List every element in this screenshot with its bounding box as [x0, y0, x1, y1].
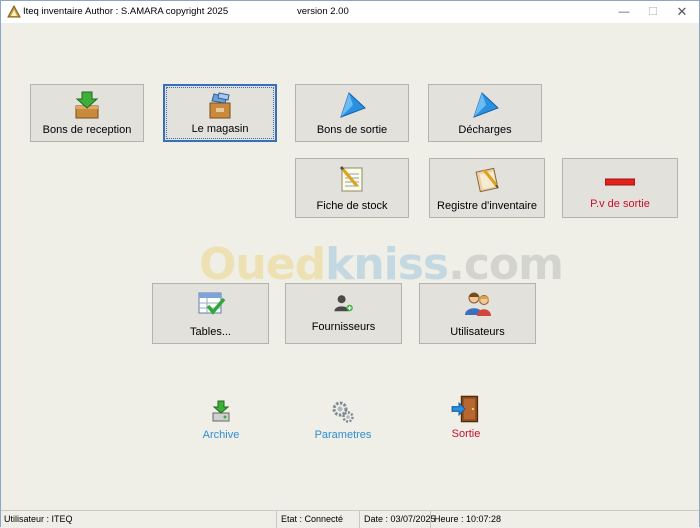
bons-sortie-button[interactable]: Bons de sortie: [295, 84, 409, 142]
app-logo-icon: [7, 5, 21, 18]
version-text: version 2.00: [297, 6, 349, 17]
users-icon: [464, 292, 491, 316]
author-text: Author : S.AMARA copyright 2025: [85, 6, 229, 17]
status-etat: Etat : Connecté: [278, 511, 360, 528]
decharges-label: Décharges: [458, 124, 512, 136]
bons-reception-label: Bons de reception: [42, 124, 132, 136]
tables-button[interactable]: Tables...: [152, 283, 269, 344]
parametres-label: Parametres: [314, 429, 372, 441]
play-arrow-icon: [473, 92, 499, 118]
gears-icon: [332, 401, 354, 423]
status-user: Utilisateur : ITEQ: [1, 511, 277, 528]
supplier-user-icon: [333, 295, 353, 312]
utilisateurs-button[interactable]: Utilisateurs: [419, 283, 536, 344]
close-button[interactable]: ✕: [666, 1, 698, 23]
fournisseurs-label: Fournisseurs: [311, 321, 376, 333]
register-pencil-icon: [475, 167, 499, 193]
pv-sortie-label: P.v de sortie: [590, 198, 650, 210]
fiche-stock-button[interactable]: Fiche de stock: [295, 158, 409, 218]
archive-link[interactable]: Archive: [197, 399, 245, 441]
title-bar: Iteq inventaire Author : S.AMARA copyrig…: [1, 1, 699, 23]
app-title: Iteq inventaire: [23, 6, 83, 17]
sortie-link[interactable]: Sortie: [445, 394, 487, 440]
tables-label: Tables...: [190, 326, 231, 338]
archive-label: Archive: [202, 429, 240, 441]
pv-sortie-button[interactable]: P.v de sortie: [562, 158, 678, 218]
bons-reception-button[interactable]: Bons de reception: [30, 84, 144, 142]
exit-door-icon: [451, 395, 479, 423]
table-check-icon: [198, 292, 225, 315]
archive-drive-icon: [212, 400, 230, 422]
sortie-label: Sortie: [451, 428, 481, 440]
status-heure: Heure : 10:07:28: [434, 514, 502, 524]
registre-inventaire-label: Registre d'inventaire: [437, 200, 537, 212]
maximize-button[interactable]: ☐: [637, 1, 669, 23]
registre-inventaire-button[interactable]: Registre d'inventaire: [429, 158, 545, 218]
parametres-link[interactable]: Parametres: [311, 399, 375, 441]
main-window: Iteq inventaire Author : S.AMARA copyrig…: [0, 0, 700, 528]
store-box-icon: [209, 92, 231, 119]
download-box-icon: [75, 91, 99, 119]
magasin-button[interactable]: Le magasin: [163, 84, 277, 142]
fiche-stock-label: Fiche de stock: [316, 200, 388, 212]
fournisseurs-button[interactable]: Fournisseurs: [285, 283, 402, 344]
bons-sortie-label: Bons de sortie: [316, 124, 388, 136]
status-date: Date : 03/07/2025: [361, 511, 436, 528]
utilisateurs-label: Utilisateurs: [450, 326, 505, 338]
minimize-button[interactable]: —: [608, 1, 640, 23]
minus-bar-icon: [605, 178, 635, 186]
play-arrow-icon: [340, 92, 366, 118]
magasin-label: Le magasin: [191, 123, 249, 135]
status-bar: Utilisateur : ITEQ Etat : Connecté Date …: [1, 510, 699, 528]
decharges-button[interactable]: Décharges: [428, 84, 542, 142]
notepad-pencil-icon: [339, 166, 363, 192]
